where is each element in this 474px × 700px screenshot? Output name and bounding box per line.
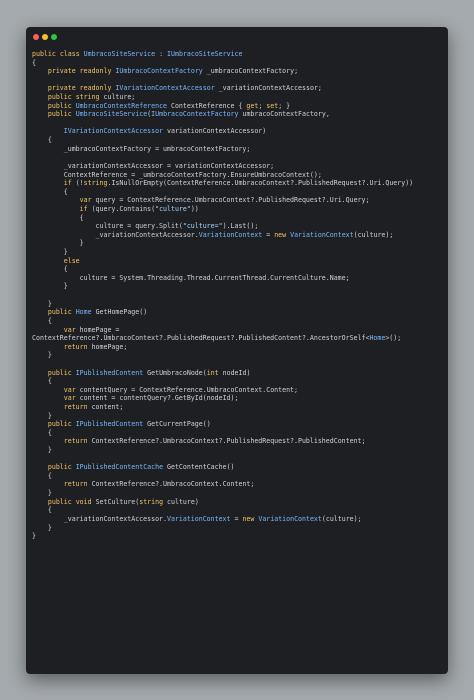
code-line: { [32,377,52,386]
code-line: public UmbracoSiteService(IUmbracoContex… [47,110,330,119]
code-line: private readonly IVariationContextAccess… [47,84,322,93]
code-line: public class UmbracoSiteService : IUmbra… [32,50,243,58]
code-line: { [32,506,52,515]
close-button[interactable] [33,34,39,40]
code-line: { [32,136,52,145]
code-line: public string culture; [47,93,136,102]
code-line: public IPublishedContentCache GetContent… [47,463,235,472]
code-line: } [32,411,52,420]
code-line: } [32,532,36,541]
code-line: private readonly IUmbracoContextFactory … [47,67,299,76]
code-line: return content; [63,402,124,411]
code-line: var homePage = [63,325,120,334]
code-line: public IPublishedContent GetUmbracoNode(… [47,368,251,377]
code-line: ContextReference = _umbracoContextFactor… [32,170,322,179]
code-line: var contentQuery = ContextReference.Umbr… [63,385,298,394]
code-line: return ContextReference?.UmbracoContext?… [63,437,366,446]
code-line: if (!string.IsNullOrEmpty(ContextReferen… [63,179,414,188]
code-line: _variationContextAccessor.VariationConte… [32,230,394,239]
code-line: { [32,58,36,67]
code-line: if (query.Contains("culture")) [79,204,199,213]
code-line: culture = System.Threading.Thread.Curren… [32,273,350,282]
code-line: } [32,239,84,248]
code-line: culture = query.Split("culture=").Last()… [32,222,259,231]
code-line: { [32,428,52,437]
code-line: } [32,489,52,498]
code-line: { [32,316,52,325]
code-line: { [32,213,84,222]
window-titlebar [26,27,448,47]
code-line: var content = contentQuery?.GetById(node… [63,394,239,403]
code-line: ​ [32,153,444,162]
code-line: _variationContextAccessor.VariationConte… [32,514,362,523]
code-line: { [32,265,68,274]
code-line: var query = ContextReference.UmbracoCont… [79,196,370,205]
code-line: ​ [32,119,444,128]
code-line: } [32,446,52,455]
code-line: return ContextReference?.UmbracoContext.… [63,480,255,489]
code-line: ​ [32,291,444,300]
code-line: _umbracoContextFactory = umbracoContextF… [32,144,251,153]
code-window: public class UmbracoSiteService : IUmbra… [26,27,448,674]
code-line: return homePage; [63,342,128,351]
code-line: { [32,187,68,196]
minimize-button[interactable] [42,34,48,40]
maximize-button[interactable] [51,34,57,40]
code-line: public void SetCulture(string culture) [47,497,199,506]
code-line: { [32,471,52,480]
code-line: public UmbracoContextReference ContextRe… [47,101,291,110]
code-block: public class UmbracoSiteService : IUmbra… [32,50,444,541]
code-line: ​ [32,76,444,85]
code-line: } [32,299,52,308]
code-line: } [32,282,68,291]
code-line: IVariationContextAccessor variationConte… [63,127,267,136]
code-line: } [32,351,52,360]
code-line: } [32,248,68,257]
code-line: ​ [32,455,444,464]
code-line: } [32,523,52,532]
code-line: ​ [32,360,444,369]
code-line: else [63,256,80,265]
code-line: ContextReference?.UmbracoContext?.Publis… [32,334,402,343]
code-line: _variationContextAccessor = variationCon… [32,161,275,170]
code-line: public IPublishedContent GetCurrentPage(… [47,420,211,429]
code-line: public Home GetHomePage() [47,308,148,317]
